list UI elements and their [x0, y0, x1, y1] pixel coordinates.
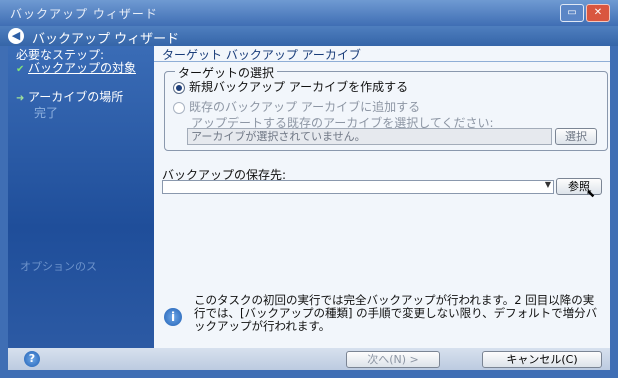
wizard-footer: ? 次へ(N) > キャンセル(C)	[8, 348, 610, 370]
radio-label: 既存のバックアップ アーカイブに追加する	[189, 100, 421, 114]
help-icon[interactable]: ?	[24, 351, 40, 367]
content-panel: ターゲット バックアップ アーカイブ ターゲットの選択 新規バックアップ アーカ…	[154, 46, 610, 348]
target-selection-group: ターゲットの選択 新規バックアップ アーカイブを作成する 既存のバックアップ ア…	[164, 64, 608, 151]
window-border-bottom	[0, 370, 618, 378]
check-icon: ✔	[16, 64, 25, 75]
step-backup-target[interactable]: ✔ バックアップの対象	[16, 62, 152, 76]
minimize-icon[interactable]: ▭	[560, 4, 584, 22]
back-arrow-icon[interactable]: ◀	[8, 28, 24, 44]
next-button[interactable]: 次へ(N) >	[346, 351, 440, 368]
step-label: アーカイブの場所	[28, 90, 124, 104]
window-border-right	[610, 46, 618, 378]
cancel-button[interactable]: キャンセル(C)	[482, 351, 602, 368]
window-controls: ▭ ✕	[560, 4, 610, 22]
radio-selected-icon	[173, 81, 185, 94]
optional-steps-heading: オプションのス	[20, 260, 97, 273]
radio-new-archive[interactable]: 新規バックアップ アーカイブを作成する	[173, 78, 408, 95]
title-divider	[154, 61, 610, 62]
mouse-cursor-icon: ⬉	[586, 187, 596, 200]
wizard-header: ◀ バックアップ ウィザード	[0, 26, 618, 47]
radio-label: 新規バックアップ アーカイブを作成する	[189, 80, 409, 94]
window-title: バックアップ ウィザード	[10, 7, 158, 21]
archive-path-field: アーカイブが選択されていません。	[187, 128, 552, 145]
current-step-arrow-icon: ➜	[16, 93, 25, 104]
dropdown-arrow-icon[interactable]: ▼	[545, 180, 551, 189]
window-border-left	[0, 46, 8, 378]
step-label: バックアップの対象	[28, 61, 137, 75]
info-icon: i	[164, 308, 182, 326]
radio-unselected-icon	[173, 101, 185, 114]
step-archive-location[interactable]: ➜ アーカイブの場所	[16, 88, 152, 105]
wizard-title: バックアップ ウィザード	[32, 32, 180, 47]
step-finish: 完了	[34, 106, 59, 120]
window-titlebar: バックアップ ウィザード ▭ ✕	[0, 0, 618, 26]
steps-sidebar: 必要なステップ: ✔ バックアップの対象 ➜ アーカイブの場所 完了 オプションのス	[8, 46, 154, 348]
info-message: このタスクの初回の実行では完全バックアップが行われます。2 回目以降の実行では、…	[194, 293, 598, 333]
radio-existing-archive[interactable]: 既存のバックアップ アーカイブに追加する	[173, 98, 420, 115]
select-archive-button[interactable]: 選択	[555, 128, 597, 145]
destination-combobox[interactable]: ▼	[162, 180, 554, 194]
close-icon[interactable]: ✕	[586, 4, 610, 22]
